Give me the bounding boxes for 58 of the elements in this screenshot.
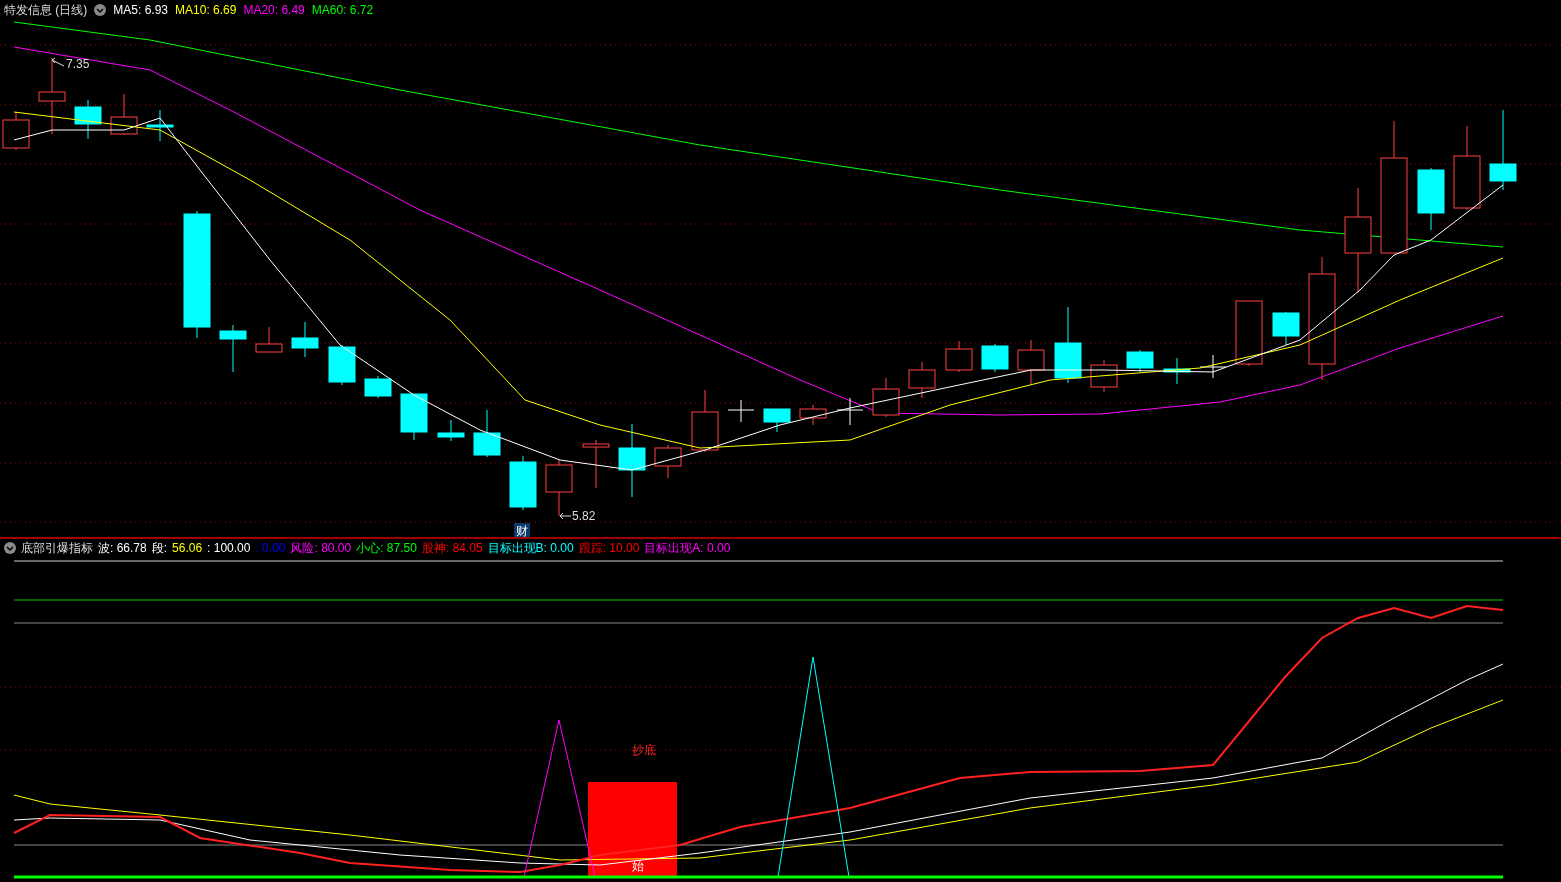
candlestick bbox=[908, 361, 936, 399]
indicator-value: 段: bbox=[151, 539, 168, 557]
signal-label: 始 bbox=[632, 859, 644, 873]
price-label: 5.82 bbox=[572, 509, 596, 523]
news-badge[interactable]: 财 bbox=[514, 523, 530, 537]
candlestick bbox=[364, 375, 392, 399]
indicator-value: 目标出现A: 0.00 bbox=[644, 539, 731, 557]
indicator-value: 跟踪: 10.00 bbox=[578, 539, 640, 557]
candlestick bbox=[400, 393, 428, 441]
candlestick bbox=[582, 439, 610, 489]
collapse-icon[interactable] bbox=[94, 4, 107, 16]
candlestick bbox=[255, 326, 283, 353]
candlestick bbox=[1272, 311, 1300, 346]
candlestick bbox=[1417, 167, 1445, 231]
indicator-value: : 0.00 bbox=[255, 539, 286, 557]
indicator-value: 风险: 80.00 bbox=[290, 539, 352, 557]
candlestick bbox=[110, 93, 138, 136]
candlestick bbox=[146, 109, 174, 142]
candlestick bbox=[1235, 300, 1263, 367]
candlestick bbox=[691, 389, 719, 453]
indicator-value: 目标出现B: 0.00 bbox=[487, 539, 574, 557]
candlestick bbox=[872, 377, 900, 418]
indicator-value: 波: 66.78 bbox=[98, 539, 147, 557]
indicator-value: : 100.00 bbox=[207, 539, 251, 557]
candlestick bbox=[727, 399, 755, 423]
indicator-value: MA20: 6.49 bbox=[243, 2, 305, 19]
candlestick bbox=[1163, 357, 1191, 385]
candlestick bbox=[1017, 339, 1045, 386]
indicator-value: 小心: 87.50 bbox=[356, 539, 417, 557]
candlestick bbox=[473, 409, 501, 458]
indicator-value: 股神: 84.05 bbox=[421, 539, 483, 557]
arrow-icon bbox=[559, 512, 572, 520]
signal-label: 抄底 bbox=[632, 743, 656, 757]
indicator-value: 56.06 bbox=[172, 539, 203, 557]
candlestick bbox=[1126, 349, 1154, 373]
candlestick bbox=[763, 408, 791, 433]
candlestick bbox=[836, 397, 864, 426]
chart-title: 特发信息 (日线) bbox=[4, 2, 88, 19]
candlestick bbox=[981, 343, 1009, 373]
candlestick bbox=[654, 444, 682, 479]
candlestick bbox=[219, 324, 247, 373]
candlestick bbox=[545, 459, 573, 517]
indicator-value: MA10: 6.69 bbox=[175, 2, 237, 19]
candlestick bbox=[799, 404, 827, 426]
chart-title: 底部引爆指标 bbox=[21, 539, 93, 557]
candlestick bbox=[328, 344, 356, 386]
candlestick bbox=[437, 419, 465, 442]
indicator-value: MA5: 6.93 bbox=[113, 2, 169, 19]
candlestick bbox=[291, 321, 319, 358]
candlestick bbox=[1199, 354, 1227, 379]
candlestick bbox=[74, 99, 102, 140]
arrow-icon bbox=[51, 57, 65, 67]
candlestick bbox=[945, 340, 973, 373]
collapse-icon[interactable] bbox=[4, 541, 16, 554]
price-label: 7.35 bbox=[66, 57, 90, 71]
candlestick bbox=[509, 455, 537, 511]
candlestick bbox=[1090, 359, 1118, 393]
indicator-value: MA60: 6.72 bbox=[311, 2, 374, 19]
